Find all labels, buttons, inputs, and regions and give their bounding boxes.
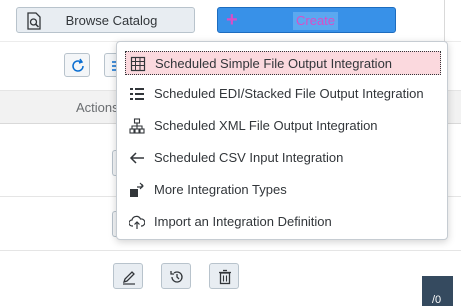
actions-column-header: Actions xyxy=(76,100,119,115)
menu-item-edi-stacked-output[interactable]: Scheduled EDI/Stacked File Output Integr… xyxy=(125,82,441,106)
history-button[interactable] xyxy=(161,263,191,289)
browse-catalog-button[interactable]: Browse Catalog xyxy=(16,7,195,33)
create-label: Create xyxy=(293,12,339,30)
menu-item-xml-output[interactable]: Scheduled XML File Output Integration xyxy=(125,114,441,138)
refresh-button[interactable] xyxy=(64,53,90,77)
menu-item-csv-input[interactable]: Scheduled CSV Input Integration xyxy=(125,146,441,170)
create-dropdown-menu: Scheduled Simple File Output Integration… xyxy=(116,41,448,240)
history-icon xyxy=(170,271,183,283)
menu-item-import-definition[interactable]: Import an Integration Definition xyxy=(125,210,441,234)
top-toolbar: Browse Catalog + Create xyxy=(0,0,461,42)
corner-text: /0 xyxy=(432,294,442,306)
menu-item-simple-file-output[interactable]: Scheduled Simple File Output Integration xyxy=(125,51,441,75)
create-button[interactable]: + Create xyxy=(217,7,396,33)
export-box-icon xyxy=(129,182,145,198)
corner-panel[interactable]: /0 xyxy=(422,276,453,306)
toolbar-divider xyxy=(444,0,445,42)
menu-item-label: Scheduled Simple File Output Integration xyxy=(155,56,393,71)
hierarchy-icon xyxy=(129,118,145,134)
grid-table-icon xyxy=(130,56,146,72)
stacked-list-icon xyxy=(129,86,145,102)
trash-icon xyxy=(219,269,231,285)
menu-item-label: Scheduled CSV Input Integration xyxy=(154,150,344,165)
browse-catalog-label: Browse Catalog xyxy=(65,13,158,28)
plus-icon: + xyxy=(226,9,238,31)
row-divider xyxy=(0,250,461,251)
menu-item-label: More Integration Types xyxy=(154,182,287,197)
menu-item-label: Scheduled XML File Output Integration xyxy=(154,118,378,133)
cloud-upload-icon xyxy=(128,214,146,230)
refresh-icon xyxy=(72,58,84,72)
menu-item-label: Import an Integration Definition xyxy=(154,214,332,229)
arrow-left-icon xyxy=(129,150,145,166)
edit-button[interactable] xyxy=(113,263,143,289)
menu-item-label: Scheduled EDI/Stacked File Output Integr… xyxy=(154,86,424,101)
delete-button[interactable] xyxy=(209,263,239,289)
menu-item-more-types[interactable]: More Integration Types xyxy=(125,178,441,202)
pencil-icon xyxy=(122,271,135,285)
